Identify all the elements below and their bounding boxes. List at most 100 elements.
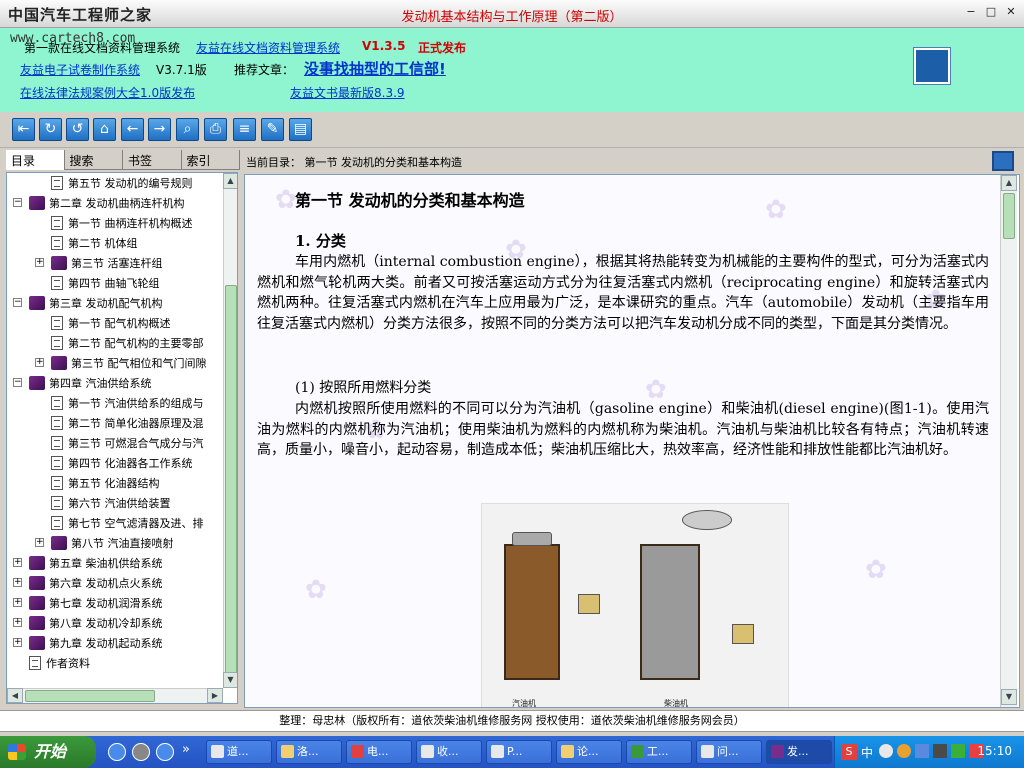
maximize-button[interactable]: □ bbox=[982, 4, 1000, 20]
network-icon[interactable] bbox=[915, 744, 929, 758]
refresh-icon[interactable]: ↻ bbox=[39, 118, 62, 141]
tree-node[interactable]: 第四章 汽油供给系统 bbox=[29, 373, 221, 393]
scroll-right-arrow-icon[interactable]: ▶ bbox=[207, 688, 223, 703]
tree-node-label: 第一节 曲柄连杆机构概述 bbox=[68, 217, 193, 230]
task-button-active[interactable]: 发... bbox=[766, 740, 832, 764]
notes-icon[interactable]: ≡ bbox=[233, 118, 256, 141]
home-icon[interactable]: ⌂ bbox=[93, 118, 116, 141]
exit-icon[interactable]: ⇤ bbox=[12, 118, 35, 141]
tree-node[interactable]: 第二节 机体组 bbox=[51, 233, 221, 253]
back-arrow-icon[interactable]: ← bbox=[121, 118, 144, 141]
tree-scroll-thumb[interactable] bbox=[225, 285, 237, 680]
online-doc-system-link[interactable]: 友益在线文档资料管理系统 bbox=[196, 39, 340, 56]
tree-node[interactable]: 第二节 配气机构的主要零部 bbox=[51, 333, 221, 353]
collapse-icon[interactable]: − bbox=[13, 378, 22, 387]
ie-icon[interactable] bbox=[108, 743, 126, 761]
app-tray-icon[interactable] bbox=[951, 744, 965, 758]
ad-banner: www.cartech8.com 第一款在线文档资料管理系统 友益在线文档资料管… bbox=[0, 28, 1024, 112]
task-button[interactable]: 收... bbox=[416, 740, 482, 764]
expand-icon[interactable]: + bbox=[13, 618, 22, 627]
monitor-icon[interactable] bbox=[933, 744, 947, 758]
task-button[interactable]: 洛... bbox=[276, 740, 342, 764]
expand-icon[interactable]: + bbox=[13, 598, 22, 607]
tab-index[interactable]: 索引 bbox=[181, 150, 240, 170]
arrow-left-icon[interactable] bbox=[897, 744, 911, 758]
print-icon[interactable]: ⎙ bbox=[204, 118, 227, 141]
sogou-icon[interactable]: S bbox=[841, 744, 857, 760]
tree-node[interactable]: 第一节 汽油供给系的组成与 bbox=[51, 393, 221, 413]
collapse-icon[interactable]: − bbox=[13, 298, 22, 307]
tree-node[interactable]: 第二节 简单化油器原理及混 bbox=[51, 413, 221, 433]
view-mode-icon[interactable] bbox=[992, 151, 1014, 171]
recommended-article-link[interactable]: 没事找抽型的工信部! bbox=[304, 58, 446, 79]
task-button[interactable]: P... bbox=[486, 740, 552, 764]
chevron-right-icon[interactable]: » bbox=[182, 742, 190, 757]
tree-node[interactable]: 第二章 发动机曲柄连杆机构 bbox=[29, 193, 221, 213]
exam-system-link[interactable]: 友益电子试卷制作系统 bbox=[20, 61, 140, 78]
content-scroll-down-arrow-icon[interactable]: ▼ bbox=[1001, 689, 1017, 705]
tree-node-label: 第三节 可燃混合气成分与汽 bbox=[68, 437, 204, 450]
scroll-left-arrow-icon[interactable]: ◀ bbox=[7, 688, 23, 703]
edit-icon[interactable]: ✎ bbox=[261, 118, 284, 141]
tab-contents[interactable]: 目录 bbox=[6, 150, 65, 170]
tree-node[interactable]: 第六章 发动机点火系统 bbox=[29, 573, 221, 593]
tree-node[interactable]: 第九章 发动机起动系统 bbox=[29, 633, 221, 653]
tree-horizontal-scrollbar[interactable]: ◀ ▶ bbox=[7, 688, 223, 703]
tree-node[interactable]: 第七章 发动机润滑系统 bbox=[29, 593, 221, 613]
tree-vertical-scrollbar[interactable]: ▲ ▼ bbox=[223, 173, 237, 688]
collapse-icon[interactable]: − bbox=[13, 198, 22, 207]
tree-node[interactable]: 第五节 化油器结构 bbox=[51, 473, 221, 493]
bookmark-icon[interactable]: ▤ bbox=[289, 118, 312, 141]
book-icon bbox=[29, 576, 45, 590]
tree-node[interactable]: 第三节 活塞连杆组 bbox=[51, 253, 221, 273]
content-scroll-thumb[interactable] bbox=[1003, 193, 1015, 239]
forward-arrow-icon[interactable]: → bbox=[148, 118, 171, 141]
task-button[interactable]: 工... bbox=[626, 740, 692, 764]
content-vertical-scrollbar[interactable]: ▲ ▼ bbox=[1000, 175, 1017, 707]
scroll-down-arrow-icon[interactable]: ▼ bbox=[223, 672, 237, 688]
law-cases-link[interactable]: 在线法律法规案例大全1.0版发布 bbox=[20, 84, 195, 101]
tree-node[interactable]: 第五节 发动机的编号规则 bbox=[51, 173, 221, 193]
tree-node[interactable]: 第四节 曲轴飞轮组 bbox=[51, 273, 221, 293]
tab-search[interactable]: 搜索 bbox=[64, 150, 123, 170]
input-language[interactable]: 中 bbox=[861, 744, 873, 761]
tree-node[interactable]: 第八节 汽油直接喷射 bbox=[51, 533, 221, 553]
expand-icon[interactable]: + bbox=[35, 358, 44, 367]
tree-node[interactable]: 第五章 柴油机供给系统 bbox=[29, 553, 221, 573]
search-icon[interactable]: ⌕ bbox=[176, 118, 199, 141]
quicklaunch-icon[interactable] bbox=[132, 743, 150, 761]
tree-node[interactable]: 第一节 曲柄连杆机构概述 bbox=[51, 213, 221, 233]
task-button[interactable]: 电... bbox=[346, 740, 412, 764]
back-refresh-icon[interactable]: ↺ bbox=[66, 118, 89, 141]
task-button[interactable]: 道... bbox=[206, 740, 272, 764]
tree-node[interactable]: 第四节 化油器各工作系统 bbox=[51, 453, 221, 473]
tree-hscroll-thumb[interactable] bbox=[25, 690, 155, 702]
close-button[interactable]: ✕ bbox=[1002, 4, 1020, 20]
task-label: 问... bbox=[717, 745, 739, 758]
tree-node[interactable]: 第八章 发动机冷却系统 bbox=[29, 613, 221, 633]
start-button[interactable]: 开始 bbox=[0, 736, 96, 768]
tree-node-label: 第七章 发动机润滑系统 bbox=[49, 597, 163, 610]
task-button[interactable]: 问... bbox=[696, 740, 762, 764]
tree-node[interactable]: 第七节 空气滤清器及进、排 bbox=[51, 513, 221, 533]
tree-node[interactable]: 第三节 配气相位和气门间隙 bbox=[51, 353, 221, 373]
tree-node[interactable]: 第三节 可燃混合气成分与汽 bbox=[51, 433, 221, 453]
expand-icon[interactable]: + bbox=[13, 578, 22, 587]
tree-node-label: 第四节 曲轴飞轮组 bbox=[68, 277, 160, 290]
doc-latest-link[interactable]: 友益文书最新版8.3.9 bbox=[290, 84, 405, 101]
tree-node[interactable]: 第六节 汽油供给装置 bbox=[51, 493, 221, 513]
tree-node[interactable]: 作者资料 bbox=[29, 653, 221, 673]
scroll-up-arrow-icon[interactable]: ▲ bbox=[223, 173, 237, 189]
tab-bookmarks[interactable]: 书签 bbox=[123, 150, 182, 170]
expand-icon[interactable]: + bbox=[35, 258, 44, 267]
expand-icon[interactable]: + bbox=[13, 558, 22, 567]
messenger-icon[interactable] bbox=[156, 743, 174, 761]
task-button[interactable]: 论... bbox=[556, 740, 622, 764]
tree-node[interactable]: 第一节 配气机构概述 bbox=[51, 313, 221, 333]
moon-icon[interactable] bbox=[879, 744, 893, 758]
minimize-button[interactable]: − bbox=[962, 4, 980, 20]
expand-icon[interactable]: + bbox=[35, 538, 44, 547]
content-scroll-up-arrow-icon[interactable]: ▲ bbox=[1001, 175, 1017, 191]
expand-icon[interactable]: + bbox=[13, 638, 22, 647]
tree-node[interactable]: 第三章 发动机配气机构 bbox=[29, 293, 221, 313]
